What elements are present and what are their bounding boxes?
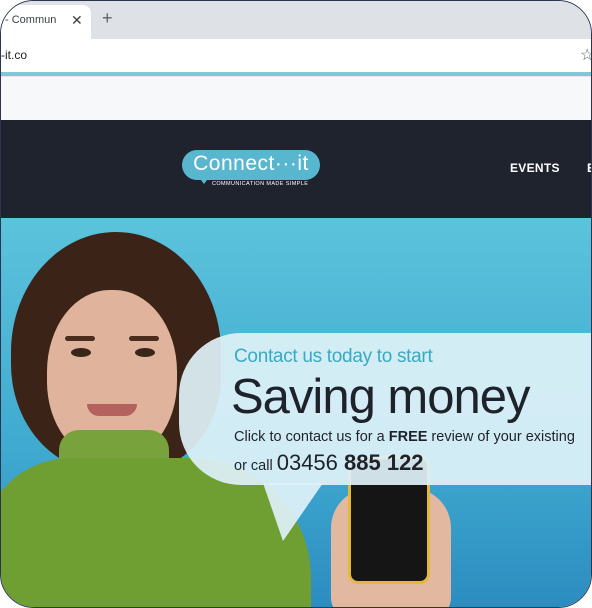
speech-bubble-tail bbox=[263, 483, 323, 541]
nav-link-next[interactable]: E bbox=[587, 161, 591, 175]
tab-title: - Commun bbox=[5, 14, 57, 26]
hero-lead: Contact us today to start bbox=[234, 346, 433, 367]
logo-tagline: COMMUNICATION MADE SIMPLE bbox=[212, 181, 309, 187]
page-top-strip bbox=[1, 76, 591, 121]
close-tab-icon[interactable]: ✕ bbox=[71, 11, 83, 29]
bookmark-star-icon[interactable]: ☆ bbox=[580, 45, 591, 65]
browser-window: - Commun ✕ + -it.co ☆ Connect···it COMMU… bbox=[0, 0, 592, 608]
hero-description-post: review of your existing bbox=[427, 429, 575, 445]
right-eye bbox=[135, 348, 155, 357]
hero-description[interactable]: Click to contact us for a FREE review of… bbox=[234, 429, 575, 445]
left-eye bbox=[71, 348, 91, 357]
left-eyebrow bbox=[65, 336, 95, 341]
hero-call[interactable]: or call 03456 885 122 bbox=[234, 450, 424, 476]
logo-text: Connect···it bbox=[193, 152, 309, 175]
address-bar[interactable]: -it.co ☆ bbox=[1, 39, 591, 73]
browser-tab[interactable]: - Commun ✕ bbox=[1, 5, 91, 39]
right-eyebrow bbox=[129, 336, 159, 341]
tab-bar: - Commun ✕ + bbox=[1, 1, 591, 39]
call-prefix: or call bbox=[234, 458, 277, 474]
logo-bubble-tail bbox=[198, 176, 210, 184]
mouth bbox=[87, 404, 137, 416]
nav-link-events[interactable]: EVENTS bbox=[510, 161, 560, 175]
hero-description-free: FREE bbox=[388, 429, 428, 445]
phone-number-part2: 885 122 bbox=[344, 450, 424, 475]
new-tab-icon[interactable]: + bbox=[102, 8, 113, 28]
hero-headline: Saving money bbox=[231, 370, 531, 424]
hero-description-pre: Click to contact us for a bbox=[234, 429, 389, 445]
phone-number-part1: 03456 bbox=[276, 450, 345, 475]
site-logo[interactable]: Connect···it COMMUNICATION MADE SIMPLE bbox=[182, 150, 322, 188]
url-text[interactable]: -it.co bbox=[1, 48, 27, 62]
